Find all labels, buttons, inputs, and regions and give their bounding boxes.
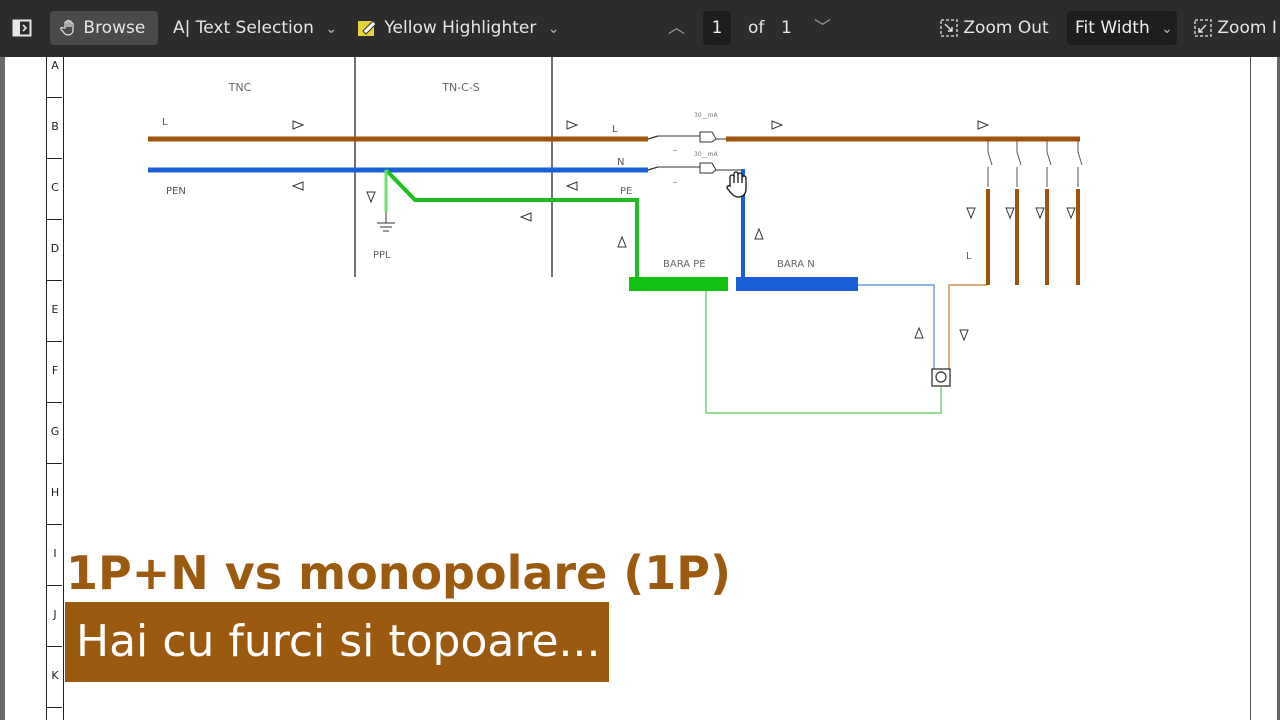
chevron-down-icon[interactable]: ⌄ xyxy=(548,21,560,37)
label-n-mid: N xyxy=(617,157,624,168)
label-l-mid: L xyxy=(612,124,618,135)
label-l-right: L xyxy=(966,251,972,262)
label-pen: PEN xyxy=(166,186,186,197)
chevron-down-icon: ﹀ xyxy=(814,18,831,38)
text-selection-button[interactable]: A| Text Selection ⌄ xyxy=(173,11,337,45)
label-tnc: TNC xyxy=(228,81,252,94)
label-bara-n: BARA N xyxy=(777,259,815,270)
zoom-out-icon xyxy=(940,19,958,37)
zoom-out-label: Zoom Out xyxy=(963,18,1049,38)
arrow-left-icon xyxy=(519,212,532,222)
pe-conductor xyxy=(384,168,639,282)
arrow-down-icon xyxy=(959,329,969,342)
arrow-up-icon xyxy=(754,227,764,240)
breaker-group xyxy=(966,139,1083,285)
text-cursor-icon: A| xyxy=(173,18,191,38)
label-pe-mid: PE xyxy=(620,186,632,197)
ground-icon xyxy=(377,212,395,232)
rcd-rating-top: 30__mA xyxy=(694,112,718,119)
label-bara-pe: BARA PE xyxy=(663,259,706,270)
bara-pe-busbar xyxy=(629,277,728,291)
previous-page-button[interactable]: ︿ xyxy=(668,11,685,45)
zoom-in-button[interactable]: Zoom I xyxy=(1194,11,1277,45)
browse-label: Browse xyxy=(83,18,146,38)
chevron-down-icon[interactable]: ⌄ xyxy=(325,21,337,37)
sidebar-toggle-icon xyxy=(12,19,32,37)
bara-n-busbar xyxy=(736,277,858,291)
socket-outlet xyxy=(931,368,951,387)
page-number-input[interactable]: 1 xyxy=(703,11,731,45)
arrow-up-icon xyxy=(914,326,924,339)
arrow-right-icon xyxy=(566,120,579,130)
browse-button[interactable]: Browse xyxy=(50,11,158,45)
sidebar-toggle-button[interactable] xyxy=(12,11,32,45)
phase-wire xyxy=(948,284,987,371)
video-caption-subtitle: Hai cu furci si topoare... xyxy=(76,616,601,667)
neutral-wire xyxy=(858,284,935,371)
hand-icon xyxy=(60,19,74,36)
page-of-label: of xyxy=(748,18,765,38)
chevron-up-icon: ︿ xyxy=(668,18,685,38)
next-page-button[interactable]: ﹀ xyxy=(814,11,831,45)
arrow-left-icon xyxy=(565,181,578,191)
zoom-in-label: Zoom I xyxy=(1217,18,1277,38)
highlighter-label: Yellow Highlighter xyxy=(384,18,537,38)
toolbar: Browse A| Text Selection ⌄ Yellow Highli… xyxy=(0,0,1280,57)
fit-width-label: Fit Width xyxy=(1075,18,1150,38)
arrow-right-icon xyxy=(771,120,784,130)
zoom-out-button[interactable]: Zoom Out xyxy=(940,11,1049,45)
label-tncs: TN-C-S xyxy=(441,81,480,94)
highlighter-button[interactable]: Yellow Highlighter ⌄ xyxy=(357,11,559,45)
arrow-right-icon xyxy=(292,120,305,130)
page-total-label: 1 xyxy=(781,18,792,38)
document-viewport[interactable]: A B C D E F G H I J K TNC TN-C-S L PEN P… xyxy=(0,57,1280,720)
hand-cursor-icon xyxy=(726,171,747,198)
arrow-down-icon xyxy=(366,191,376,204)
highlighter-icon xyxy=(358,20,377,36)
arrow-right-icon xyxy=(977,120,990,130)
svg-text:~: ~ xyxy=(672,179,678,187)
video-caption-title: 1P+N vs monopolare (1P) xyxy=(66,546,732,600)
chevron-down-icon: ⌄ xyxy=(1161,21,1173,37)
zoom-in-icon xyxy=(1194,19,1212,37)
label-l-left: L xyxy=(162,117,168,128)
arrow-up-icon xyxy=(617,235,627,248)
rcd-rating-bottom: 30__mA xyxy=(694,151,718,158)
fit-width-select[interactable]: Fit Width ⌄ xyxy=(1067,11,1177,45)
label-ppl: PPL xyxy=(373,250,391,261)
text-selection-label: Text Selection xyxy=(195,18,314,38)
arrow-left-icon xyxy=(291,181,304,191)
svg-text:~: ~ xyxy=(672,147,678,155)
pe-wire xyxy=(705,291,942,414)
